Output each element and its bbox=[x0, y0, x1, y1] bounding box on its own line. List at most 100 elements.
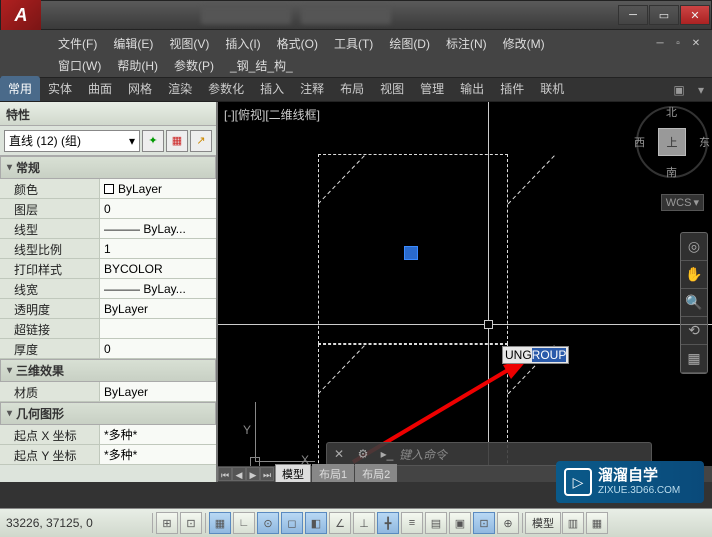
maximize-button[interactable]: ▭ bbox=[649, 5, 679, 25]
ribbon-tab-home[interactable]: 常用 bbox=[0, 76, 40, 101]
tpy-button[interactable]: ▤ bbox=[425, 512, 447, 534]
ltab-next[interactable]: ▶ bbox=[246, 467, 260, 481]
cmd-config-icon[interactable]: ⚙ bbox=[351, 447, 375, 461]
prop-lineweight-value[interactable]: ——— ByLay... bbox=[100, 279, 216, 298]
ribbon-tab-insert[interactable]: 插入 bbox=[252, 76, 292, 101]
drawing-viewport[interactable]: [-][俯视][二维线框] UNGROUP bbox=[218, 102, 712, 482]
nav-orbit-button[interactable]: ⟲ bbox=[681, 317, 707, 345]
menu-params[interactable]: 参数(P) bbox=[166, 57, 222, 74]
ortho-button[interactable]: ∟ bbox=[233, 512, 255, 534]
menu-draw[interactable]: 绘图(D) bbox=[381, 35, 438, 52]
viewcube-face[interactable]: 上 bbox=[658, 128, 686, 156]
nav-zoom-button[interactable]: 🔍 bbox=[681, 289, 707, 317]
grid-button[interactable]: ▦ bbox=[209, 512, 231, 534]
selection-dropdown[interactable]: 直线 (12) (组) ▾ bbox=[4, 130, 140, 152]
prop-starty-value[interactable]: *多种* bbox=[100, 445, 216, 464]
osnap-button[interactable]: ◻ bbox=[281, 512, 303, 534]
lwt-button[interactable]: ≡ bbox=[401, 512, 423, 534]
doc-minimize[interactable]: ─ bbox=[652, 38, 668, 52]
prop-linetype-value[interactable]: ——— ByLay... bbox=[100, 219, 216, 238]
prop-color-value[interactable]: ByLayer bbox=[100, 179, 216, 198]
nav-wheel-button[interactable]: ◎ bbox=[681, 233, 707, 261]
am-button[interactable]: ⊕ bbox=[497, 512, 519, 534]
dyn-button[interactable]: ╋ bbox=[377, 512, 399, 534]
otrack-button[interactable]: ∠ bbox=[329, 512, 351, 534]
menu-view[interactable]: 视图(V) bbox=[161, 35, 217, 52]
ribbon-tab-surface[interactable]: 曲面 bbox=[80, 76, 120, 101]
coordinates[interactable]: 33226, 37125, 0 bbox=[0, 516, 150, 530]
doc-close[interactable]: ✕ bbox=[688, 38, 704, 52]
snap-button[interactable]: ⊡ bbox=[180, 512, 202, 534]
prop-plotstyle-value[interactable]: BYCOLOR bbox=[100, 259, 216, 278]
select-objects-button[interactable]: ▦ bbox=[166, 130, 188, 152]
layout-tab-1[interactable]: 布局1 bbox=[312, 464, 354, 482]
ribbon-tab-solid[interactable]: 实体 bbox=[40, 76, 80, 101]
ribbon-tab-render[interactable]: 渲染 bbox=[160, 76, 200, 101]
prop-material-label: 材质 bbox=[0, 382, 100, 401]
properties-title: 特性 bbox=[0, 102, 216, 126]
menu-file[interactable]: 文件(F) bbox=[50, 35, 105, 52]
viewcube-north[interactable]: 北 bbox=[666, 104, 677, 120]
ribbon-tab-mesh[interactable]: 网格 bbox=[120, 76, 160, 101]
menu-help[interactable]: 帮助(H) bbox=[109, 57, 166, 74]
quick-select-button[interactable]: ✦ bbox=[142, 130, 164, 152]
ltab-last[interactable]: ⏭ bbox=[260, 467, 274, 481]
prop-startx-value[interactable]: *多种* bbox=[100, 425, 216, 444]
menu-dimension[interactable]: 标注(N) bbox=[438, 35, 495, 52]
section-geometry[interactable]: 几何图形 bbox=[0, 402, 216, 425]
ribbon-tab-plugins[interactable]: 插件 bbox=[492, 76, 532, 101]
prop-ltscale-value[interactable]: 1 bbox=[100, 239, 216, 258]
ltab-first[interactable]: ⏮ bbox=[218, 467, 232, 481]
prop-hyperlink-value[interactable] bbox=[100, 319, 216, 338]
prop-layer-value[interactable]: 0 bbox=[100, 199, 216, 218]
ltab-prev[interactable]: ◀ bbox=[232, 467, 246, 481]
menu-edit[interactable]: 编辑(E) bbox=[105, 35, 161, 52]
dynamic-input[interactable]: UNGROUP bbox=[502, 346, 569, 364]
3dosnap-button[interactable]: ◧ bbox=[305, 512, 327, 534]
menu-modify[interactable]: 修改(M) bbox=[495, 35, 553, 52]
viewcube-east[interactable]: 东 bbox=[699, 134, 710, 150]
qp-button[interactable]: ▣ bbox=[449, 512, 471, 534]
ribbon-expand-icon[interactable]: ▣ bbox=[670, 83, 688, 101]
section-general[interactable]: 常规 bbox=[0, 156, 216, 179]
ribbon-tab-output[interactable]: 输出 bbox=[452, 76, 492, 101]
qv-layouts-button[interactable]: ▥ bbox=[562, 512, 584, 534]
grip-point[interactable] bbox=[404, 246, 418, 260]
model-space-button[interactable]: 模型 bbox=[525, 512, 561, 534]
ducs-button[interactable]: ⊥ bbox=[353, 512, 375, 534]
layout-tab-2[interactable]: 布局2 bbox=[355, 464, 397, 482]
ribbon-dropdown-icon[interactable]: ▾ bbox=[692, 83, 710, 101]
ribbon-tab-view[interactable]: 视图 bbox=[372, 76, 412, 101]
wcs-dropdown[interactable]: WCS▾ bbox=[661, 194, 704, 211]
nav-showmotion-button[interactable]: ▦ bbox=[681, 345, 707, 373]
doc-restore[interactable]: ▫ bbox=[670, 38, 686, 52]
ribbon-tab-layout[interactable]: 布局 bbox=[332, 76, 372, 101]
menu-window[interactable]: 窗口(W) bbox=[50, 57, 109, 74]
prop-material-value[interactable]: ByLayer bbox=[100, 382, 216, 401]
viewport-label[interactable]: [-][俯视][二维线框] bbox=[224, 106, 320, 123]
ribbon-tab-manage[interactable]: 管理 bbox=[412, 76, 452, 101]
cmd-close-icon[interactable]: ✕ bbox=[327, 447, 351, 461]
ribbon-tab-parametric[interactable]: 参数化 bbox=[200, 76, 252, 101]
close-button[interactable]: ✕ bbox=[680, 5, 710, 25]
pickadd-button[interactable]: ↗ bbox=[190, 130, 212, 152]
viewcube[interactable]: 上 北 南 西 东 bbox=[636, 106, 708, 178]
sc-button[interactable]: ⊡ bbox=[473, 512, 495, 534]
layout-tab-model[interactable]: 模型 bbox=[275, 464, 311, 482]
menu-tools[interactable]: 工具(T) bbox=[326, 35, 381, 52]
infer-constraints-button[interactable]: ⊞ bbox=[156, 512, 178, 534]
viewcube-south[interactable]: 南 bbox=[666, 164, 677, 180]
ribbon-tab-online[interactable]: 联机 bbox=[532, 76, 572, 101]
minimize-button[interactable]: ─ bbox=[618, 5, 648, 25]
prop-transparency-value[interactable]: ByLayer bbox=[100, 299, 216, 318]
viewcube-west[interactable]: 西 bbox=[634, 134, 645, 150]
section-3d[interactable]: 三维效果 bbox=[0, 359, 216, 382]
nav-pan-button[interactable]: ✋ bbox=[681, 261, 707, 289]
qv-drawings-button[interactable]: ▦ bbox=[586, 512, 608, 534]
menu-steel[interactable]: _钢_结_构_ bbox=[222, 57, 301, 74]
ribbon-tab-annotate[interactable]: 注释 bbox=[292, 76, 332, 101]
menu-insert[interactable]: 插入(I) bbox=[217, 35, 268, 52]
polar-button[interactable]: ⊙ bbox=[257, 512, 279, 534]
prop-thickness-value[interactable]: 0 bbox=[100, 339, 216, 358]
menu-format[interactable]: 格式(O) bbox=[269, 35, 326, 52]
